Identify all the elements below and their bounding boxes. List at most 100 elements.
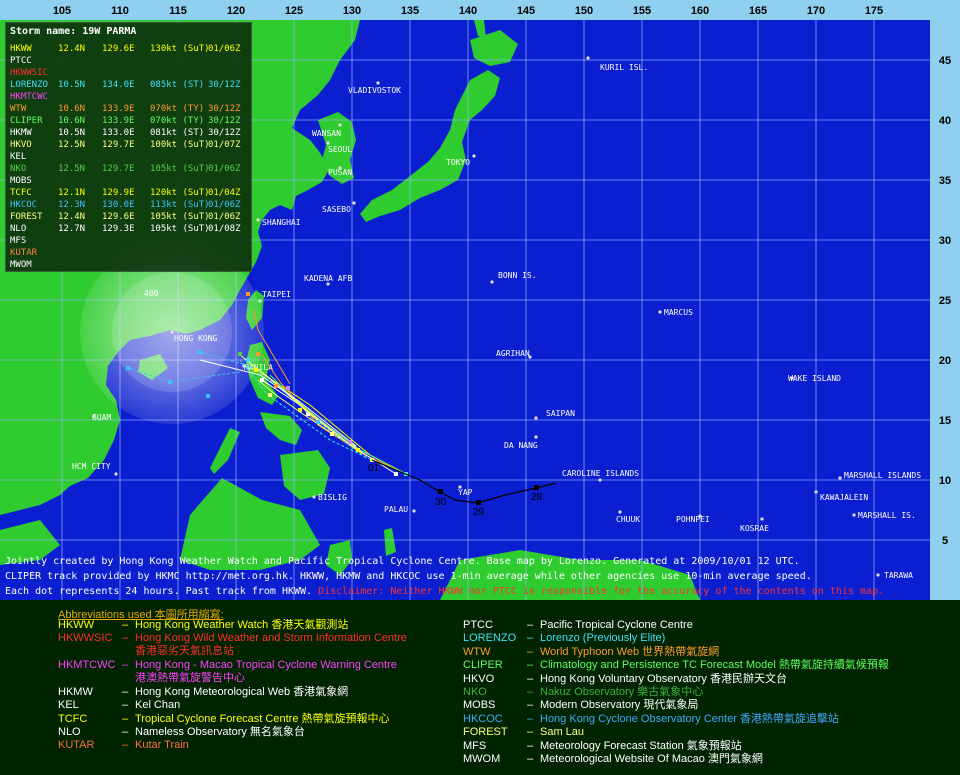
- agency-code: HKWWSIC: [10, 68, 48, 78]
- place-label: TARAWA: [884, 571, 913, 580]
- abbr-code: HKVO: [463, 672, 495, 685]
- agency-intensity: 070kt (TY): [150, 116, 205, 126]
- abbr-desc: Hong Kong Cyclone Observatory Center 香港熱…: [540, 712, 839, 725]
- credit-line-3: Each dot represents 24 hours. Past track…: [5, 586, 884, 597]
- abbr-desc: Lorenzo (Previously Elite): [540, 632, 666, 645]
- place-label: KURIL ISL.: [600, 63, 648, 72]
- place-label: MARSHALL IS.: [858, 511, 916, 520]
- abbr-dash: –: [122, 686, 129, 698]
- place-dot: [658, 310, 662, 314]
- agency-code: PTCC: [10, 56, 32, 66]
- longitude-label: 175: [865, 5, 883, 17]
- place-dot: [412, 509, 416, 513]
- abbr-dash: –: [527, 659, 534, 672]
- abbr-desc: Hong Kong Meteorological Web 香港氣象網: [135, 686, 349, 698]
- place-dot: [586, 56, 590, 60]
- agency-row-nko: NKO 12.5N 129.7E 105kt (SuT)01/06Z: [10, 163, 241, 175]
- abbr-dash: –: [527, 739, 534, 752]
- latitude-label: 15: [939, 415, 951, 427]
- agency-row-hkvo: HKVO 12.5N 129.7E 100kt (SuT)01/07Z: [10, 139, 241, 151]
- abbr-desc: Sam Lau: [540, 726, 585, 739]
- abbr-dash: –: [527, 619, 534, 631]
- abbr-dash: –: [527, 686, 534, 698]
- agency-lat: 12.5N: [58, 164, 86, 174]
- past-track-label-01: 01: [368, 463, 380, 474]
- abbr-desc: Pacific Tropical Cyclone Centre: [540, 619, 693, 631]
- agency-lon: 129.9E: [102, 188, 135, 198]
- agency-lat: 12.7N: [58, 224, 86, 234]
- past-track-label-30: 30: [435, 497, 447, 508]
- place-dot: [490, 280, 494, 284]
- abbr-dash: –: [122, 699, 129, 711]
- abbr-desc: Hong Kong Voluntary Observatory 香港民辦天文台: [540, 672, 787, 685]
- longitude-label: 155: [633, 5, 651, 17]
- agency-row-mwom: MWOM: [10, 259, 208, 271]
- agency-lat: 12.5N: [58, 140, 86, 150]
- agency-code: KUTAR: [10, 248, 38, 258]
- abbr-desc: Meteorological Website Of Macao 澳門氣象網: [540, 753, 763, 765]
- place-label: WANSAN: [312, 129, 341, 138]
- place-dot: [256, 218, 260, 222]
- abbr-code: HKMTCWC: [58, 659, 116, 671]
- agency-row-kutar: KUTAR: [10, 247, 208, 259]
- abbr-dash: –: [527, 699, 534, 712]
- latitude-label: 20: [939, 355, 951, 367]
- longitude-label: 115: [169, 5, 187, 17]
- abbr-code: NKO: [463, 686, 487, 698]
- abbr-code: FOREST: [463, 726, 508, 739]
- place-dot: [852, 513, 856, 517]
- agency-lat: 10.6N: [58, 104, 86, 114]
- agency-time: 30/12Z: [208, 80, 241, 90]
- agency-row-tcfc: TCFC 12.1N 129.9E 120kt (SuT)01/04Z: [10, 187, 241, 199]
- place-label: HCM CITY: [72, 462, 111, 471]
- abbr-desc: Hong Kong - Macao Tropical Cyclone Warni…: [135, 659, 397, 671]
- agency-intensity: 120kt (SuT): [150, 188, 210, 198]
- place-dot: [534, 416, 538, 420]
- agency-intensity: 100kt (SuT): [150, 140, 210, 150]
- agency-code: TCFC: [10, 188, 32, 198]
- agency-lat: 12.4N: [58, 44, 86, 54]
- place-dot: [312, 495, 316, 499]
- agency-intensity: 113kt (SuT): [150, 200, 210, 210]
- agency-code: MOBS: [10, 176, 32, 186]
- agency-time: 01/06Z: [208, 200, 241, 210]
- longitude-label: 145: [517, 5, 535, 17]
- place-label: VLADIVOSTOK: [348, 86, 401, 95]
- longitude-label: 110: [111, 5, 129, 17]
- abbr-desc-2: 港澳熱帶氣旋警告中心: [135, 672, 245, 684]
- agency-intensity: 081kt (ST): [150, 128, 205, 138]
- abbr-dash: –: [527, 645, 534, 658]
- place-label: WAKE ISLAND: [788, 374, 841, 383]
- agency-row-hkmw: HKMW 10.5N 133.0E 081kt (ST) 30/12Z: [10, 127, 241, 139]
- longitude-label: 170: [807, 5, 825, 17]
- credit-track-note: Each dot represents 24 hours. Past track…: [5, 586, 319, 597]
- abbr-dash: –: [122, 632, 129, 644]
- place-label: HONG KONG: [174, 334, 218, 343]
- agency-lon: 133.0E: [102, 128, 135, 138]
- abbr-dash: –: [527, 672, 534, 685]
- longitude-label: 135: [401, 5, 419, 17]
- place-label: PALAU: [384, 505, 408, 514]
- agency-row-nlo: NLO 12.7N 129.3E 105kt (SuT)01/08Z: [10, 223, 241, 235]
- abbr-desc: World Typhoon Web 世界熱帶氣旋網: [540, 645, 720, 658]
- agency-row-hkcoc: HKCOC 12.3N 130.0E 113kt (SuT)01/06Z: [10, 199, 241, 211]
- abbreviations-panel: Abbreviations used 本圖所用縮寫: HKWW – Hong Kon…: [0, 600, 960, 775]
- place-label: AGRIHAN: [496, 349, 530, 358]
- agency-code: CLIPER: [10, 116, 43, 126]
- place-label: CAROLINE ISLANDS: [562, 469, 639, 478]
- agency-code: HKVO: [10, 140, 32, 150]
- latitude-label: 35: [939, 175, 951, 187]
- agency-row-wtw: WTW 10.6N 133.9E 070kt (TY) 30/12Z: [10, 103, 241, 115]
- longitude-label: 130: [343, 5, 361, 17]
- agency-time: 01/06Z: [208, 44, 241, 54]
- agency-code: NKO: [10, 164, 27, 174]
- abbr-code: KUTAR: [58, 739, 95, 751]
- agency-lon: 129.7E: [102, 164, 135, 174]
- place-label: SASEBO: [322, 205, 351, 214]
- agency-intensity: 070kt (TY): [150, 104, 205, 114]
- agency-lat: 10.5N: [58, 128, 86, 138]
- storm-info-panel: Storm name: 19W PARMA HKWW 12.4N 129.6E 130…: [5, 22, 252, 272]
- agency-row-hkmtcwc: HKMTCWC: [10, 91, 208, 103]
- agency-row-hkwwsic: HKWWSIC: [10, 67, 208, 79]
- abbr-code: TCFC: [58, 713, 88, 725]
